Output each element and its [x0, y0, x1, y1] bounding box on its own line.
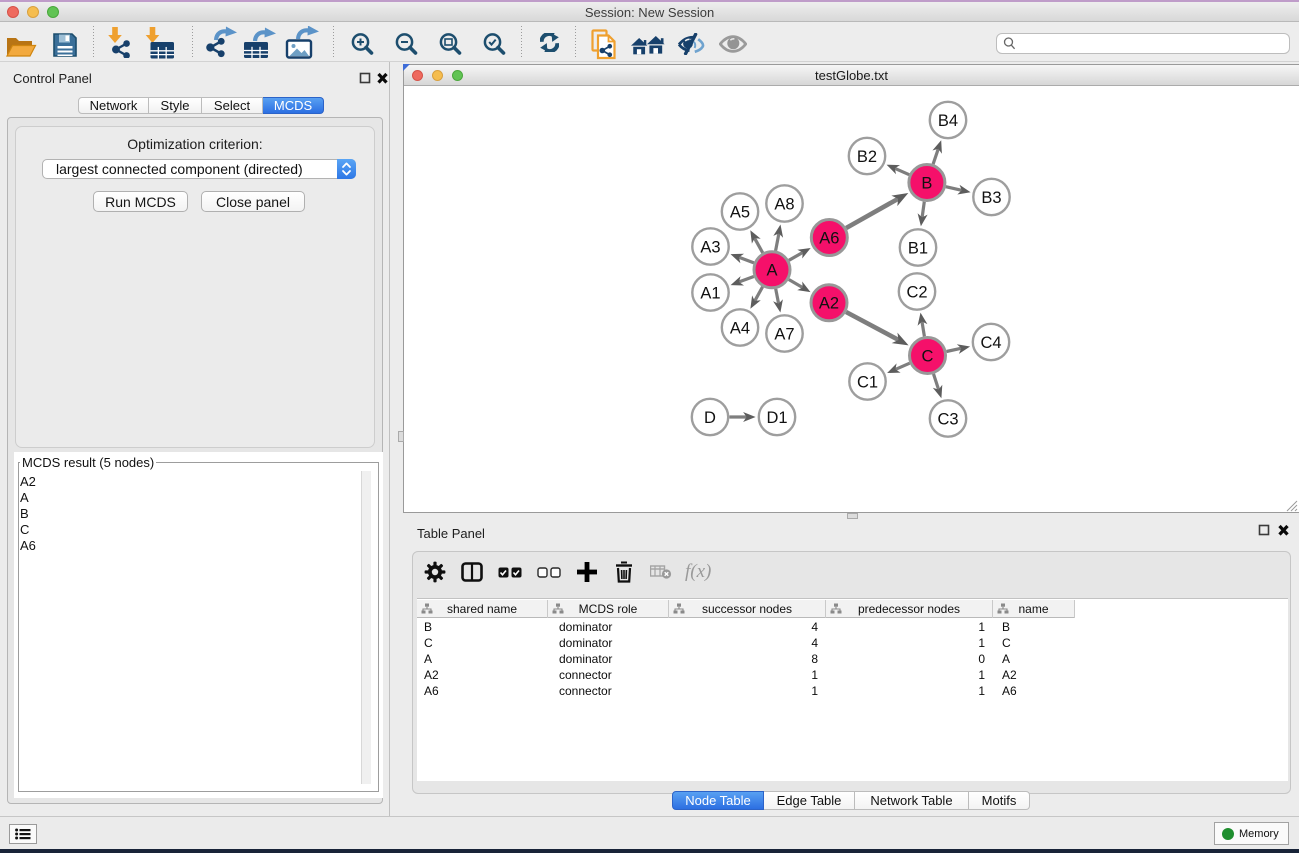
- svg-text:A1: A1: [700, 284, 720, 302]
- svg-text:C3: C3: [937, 410, 958, 428]
- svg-text:B: B: [921, 174, 932, 192]
- svg-text:C: C: [922, 347, 934, 365]
- svg-text:A7: A7: [774, 325, 794, 343]
- svg-text:D1: D1: [766, 409, 787, 427]
- svg-text:A8: A8: [774, 195, 794, 213]
- svg-text:D: D: [704, 409, 716, 427]
- svg-text:A4: A4: [730, 319, 750, 337]
- svg-text:A: A: [766, 262, 777, 280]
- svg-text:C2: C2: [906, 283, 927, 301]
- svg-text:A2: A2: [819, 295, 839, 313]
- svg-text:B2: B2: [857, 148, 877, 166]
- svg-text:B4: B4: [938, 112, 958, 130]
- svg-text:A5: A5: [730, 203, 750, 221]
- svg-text:A6: A6: [819, 229, 839, 247]
- svg-text:C1: C1: [857, 373, 878, 391]
- svg-text:A3: A3: [700, 238, 720, 256]
- svg-text:B3: B3: [981, 189, 1001, 207]
- svg-text:C4: C4: [980, 334, 1001, 352]
- svg-text:B1: B1: [908, 239, 928, 257]
